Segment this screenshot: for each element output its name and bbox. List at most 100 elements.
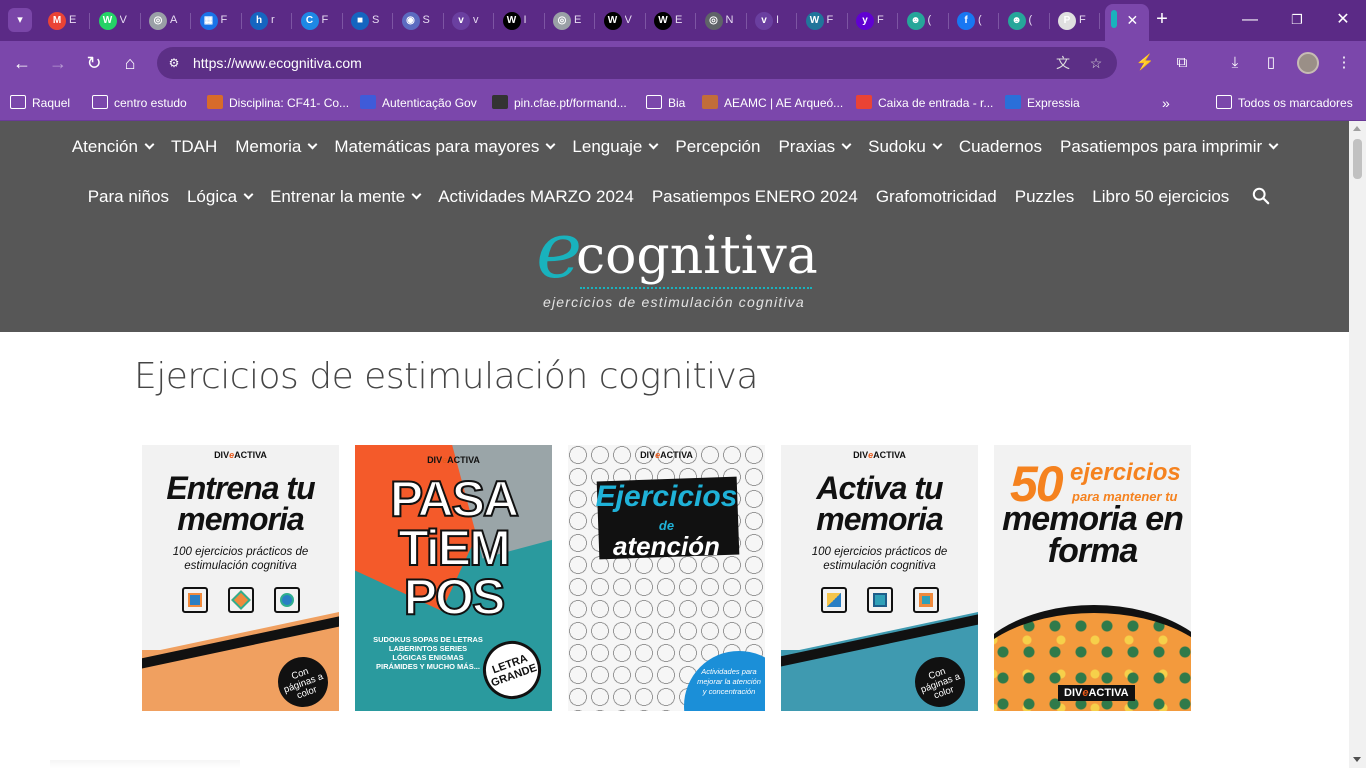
all-bookmarks-label: Todos os marcadores bbox=[1238, 96, 1353, 110]
bookmark-item[interactable]: Raquel bbox=[10, 93, 70, 113]
browser-tab[interactable]: WF bbox=[800, 6, 848, 36]
menu-item[interactable]: Atención bbox=[72, 135, 155, 159]
menu-item[interactable]: Grafomotricidad bbox=[876, 185, 997, 209]
menu-item[interactable]: Matemáticas para mayores bbox=[334, 135, 556, 159]
logo-word: cognitiva bbox=[576, 226, 818, 286]
extension-bolt-icon[interactable]: ⚡ bbox=[1133, 51, 1157, 75]
extensions-puzzle-icon[interactable]: ⧉ bbox=[1170, 51, 1194, 75]
browser-tab[interactable]: ▦ F bbox=[194, 6, 242, 36]
bookmark-item[interactable]: Disciplina: CF41- Co... bbox=[207, 93, 349, 113]
browser-tab[interactable]: vv bbox=[446, 6, 494, 36]
book-ejercicios-de-atencion[interactable]: DIVeACTIVA Ejercicios de atención Activi… bbox=[568, 445, 765, 711]
reload-button[interactable]: ↻ bbox=[82, 51, 106, 75]
browser-tab[interactable]: ■ S bbox=[345, 6, 393, 36]
close-window-button[interactable]: ✕ bbox=[1331, 8, 1355, 32]
browser-tab[interactable]: ◉ S bbox=[396, 6, 444, 36]
menu-item[interactable]: Puzzles bbox=[1015, 185, 1075, 209]
wix-icon: W bbox=[603, 12, 622, 30]
bookmark-label: centro estudo bbox=[114, 96, 187, 110]
search-icon[interactable] bbox=[1252, 187, 1270, 205]
browser-tab[interactable]: hr bbox=[244, 6, 292, 36]
page-scrollbar[interactable] bbox=[1349, 121, 1366, 768]
all-bookmarks-button[interactable]: Todos os marcadores bbox=[1216, 93, 1353, 113]
close-tab-icon[interactable]: ✕ bbox=[1127, 12, 1139, 29]
profile-avatar[interactable] bbox=[1297, 52, 1319, 74]
forward-button[interactable]: → bbox=[46, 51, 70, 75]
url-text[interactable]: https://www.ecognitiva.com bbox=[193, 55, 362, 71]
bookmark-item[interactable]: centro estudo bbox=[92, 93, 187, 113]
wix-icon: W bbox=[502, 12, 521, 30]
translate-icon[interactable]: 文 bbox=[1053, 53, 1073, 73]
menu-item-label: Pasatiempos para imprimir bbox=[1059, 137, 1263, 156]
site-logo[interactable]: e cognitiva ejercicios de estimulación c… bbox=[530, 206, 820, 314]
scroll-down-arrow[interactable] bbox=[1353, 757, 1361, 762]
scroll-up-arrow[interactable] bbox=[1353, 126, 1361, 131]
browser-tab[interactable]: vI bbox=[749, 6, 797, 36]
bookmark-item[interactable]: pin.cfae.pt/formand... bbox=[492, 93, 627, 113]
scroll-thumb[interactable] bbox=[1353, 139, 1362, 179]
menu-item[interactable]: Cuadernos bbox=[959, 135, 1042, 159]
browser-tab[interactable]: WI bbox=[497, 6, 545, 36]
browser-tab[interactable]: yF bbox=[850, 6, 898, 36]
browser-tab[interactable]: ◎ A bbox=[143, 6, 191, 36]
site-info-icon[interactable]: ⚙ bbox=[165, 54, 183, 72]
menu-item[interactable]: Lenguaje bbox=[572, 135, 659, 159]
address-bar[interactable]: ⚙ https://www.ecognitiva.com 文 ☆ bbox=[157, 47, 1117, 79]
browser-tab[interactable]: ME bbox=[42, 6, 90, 36]
tab-title: N bbox=[725, 14, 734, 26]
browser-tab[interactable]: ◎ E bbox=[547, 6, 595, 36]
app-icon: ☻ bbox=[1007, 12, 1026, 30]
square-icon bbox=[913, 587, 939, 613]
menu-item[interactable]: Praxias bbox=[778, 135, 852, 159]
browser-tab[interactable]: WV bbox=[598, 6, 646, 36]
tab-title: V bbox=[624, 14, 632, 26]
app-icon: ◉ bbox=[401, 12, 420, 30]
bookmarks-overflow-button[interactable]: » bbox=[1162, 93, 1170, 113]
tab-search-button[interactable]: ▾ bbox=[8, 8, 32, 32]
menu-item-label: Praxias bbox=[778, 137, 836, 156]
book-title: PASA TiEM POS bbox=[389, 471, 520, 625]
browser-tab[interactable]: f( bbox=[951, 6, 999, 36]
tab-title: ( bbox=[927, 14, 932, 26]
bookmark-item[interactable]: Bia bbox=[646, 93, 685, 113]
home-button[interactable]: ⌂ bbox=[118, 51, 142, 75]
menu-item[interactable]: Pasatiempos ENERO 2024 bbox=[652, 185, 858, 209]
back-button[interactable]: ← bbox=[10, 51, 34, 75]
menu-item[interactable]: Memoria bbox=[235, 135, 318, 159]
new-tab-button[interactable]: + bbox=[1150, 8, 1174, 32]
side-panel-icon[interactable]: ▯ bbox=[1259, 51, 1283, 75]
download-icon[interactable]: ⤓ bbox=[1223, 51, 1247, 75]
book-title: Activa tu memoria bbox=[816, 470, 943, 537]
browser-tab[interactable]: WE bbox=[648, 6, 696, 36]
bookmark-item[interactable]: Caixa de entrada - r... bbox=[856, 93, 993, 113]
browser-tab[interactable]: WV bbox=[93, 6, 141, 36]
bookmark-item[interactable]: Autenticação Gov bbox=[360, 93, 477, 113]
menu-item[interactable]: Percepción bbox=[675, 135, 760, 159]
menu-item[interactable]: Libro 50 ejercicios bbox=[1092, 185, 1229, 209]
book-activa-tu-memoria[interactable]: DIVeACTIVA Activa tu memoria 100 ejercic… bbox=[781, 445, 978, 711]
browser-tab[interactable]: ☻( bbox=[901, 6, 949, 36]
book-pasatiempos[interactable]: DIVeACTIVA PASA TiEM POS SUDOKUS SOPAS D… bbox=[355, 445, 552, 711]
browser-tab[interactable]: ☻( bbox=[1002, 6, 1050, 36]
restore-button[interactable]: ❐ bbox=[1285, 8, 1309, 32]
menu-item[interactable]: Entrenar la mente bbox=[270, 185, 422, 209]
browser-tab[interactable]: PF bbox=[1052, 6, 1100, 36]
menu-item[interactable]: Para niños bbox=[88, 185, 169, 209]
bookmark-star-icon[interactable]: ☆ bbox=[1086, 53, 1106, 73]
book-50-ejercicios[interactable]: 50 ejercicios para mantener tu memoria e… bbox=[994, 445, 1191, 711]
menu-kebab-icon[interactable]: ⋮ bbox=[1332, 51, 1356, 75]
chevron-down-icon bbox=[1268, 139, 1279, 150]
minimize-button[interactable]: — bbox=[1238, 8, 1262, 32]
browser-tab[interactable]: CF bbox=[295, 6, 343, 36]
browser-tab[interactable]: ◎ N bbox=[699, 6, 747, 36]
book-entrena-tu-memoria[interactable]: DIVeACTIVA Entrena tu memoria 100 ejerci… bbox=[142, 445, 339, 711]
menu-item[interactable]: Lógica bbox=[187, 185, 254, 209]
bookmark-label: Expressia bbox=[1027, 96, 1080, 110]
bookmark-item[interactable]: AEAMC | AE Arqueó... bbox=[702, 93, 843, 113]
menu-item[interactable]: Pasatiempos para imprimir bbox=[1059, 135, 1279, 159]
menu-item[interactable]: TDAH bbox=[171, 135, 217, 159]
publisher-logo: DIVeACTIVA bbox=[640, 450, 693, 460]
bookmark-item[interactable]: Expressia bbox=[1005, 93, 1080, 113]
menu-item[interactable]: Sudoku bbox=[868, 135, 943, 159]
active-browser-tab[interactable]: ✕ bbox=[1104, 4, 1149, 41]
